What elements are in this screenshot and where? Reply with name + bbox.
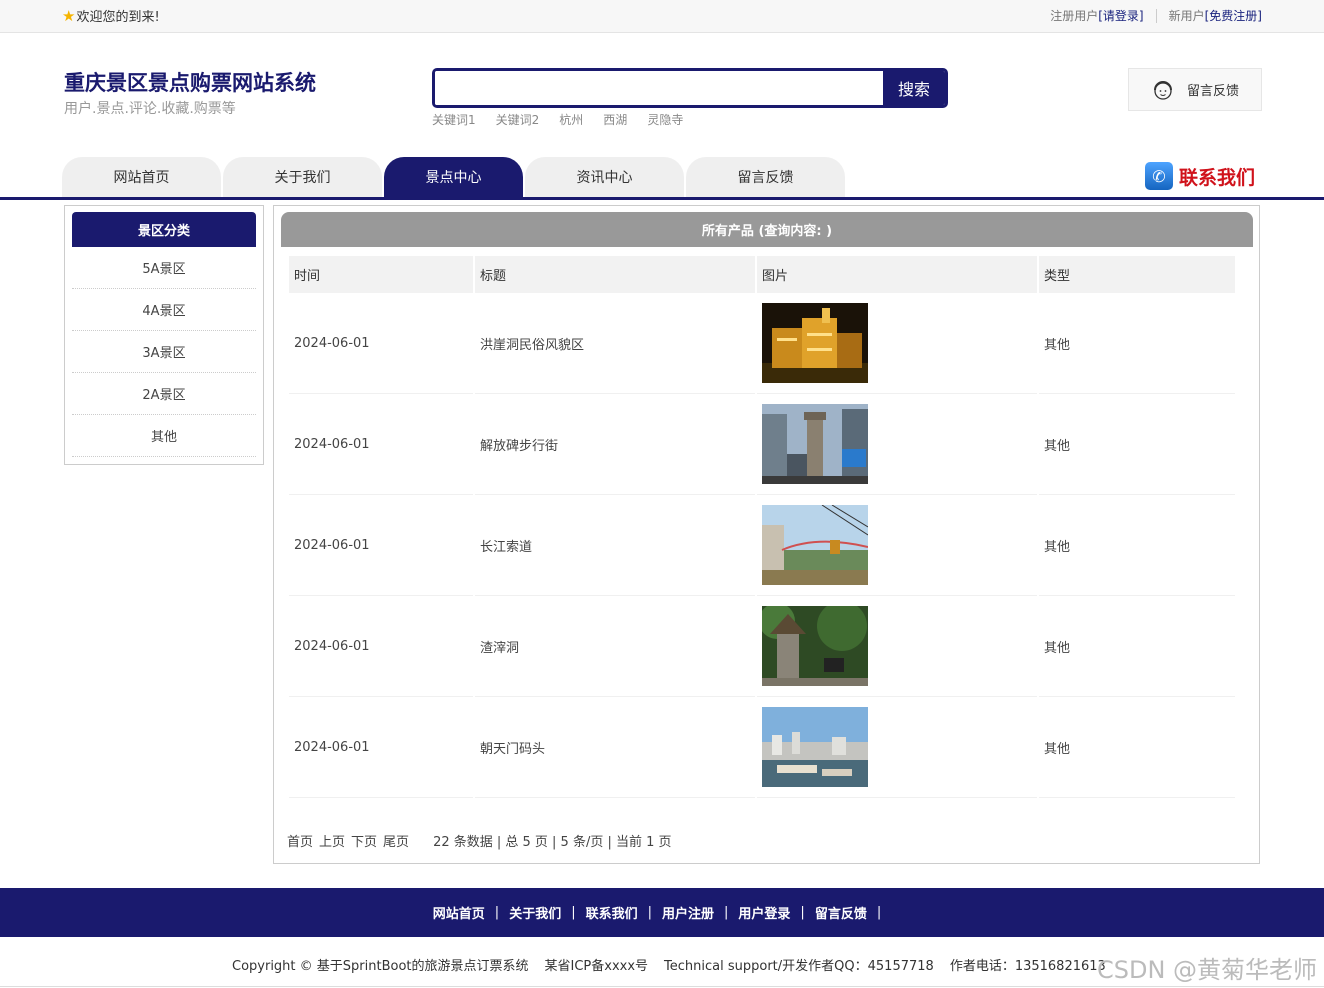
footer-separator: | [647, 905, 652, 920]
search-bar: 搜索 [432, 68, 948, 108]
tab-attractions[interactable]: 景点中心 [384, 157, 523, 197]
headset-icon [1154, 80, 1172, 100]
keyword-link[interactable]: 关键词1 [432, 111, 476, 128]
footer-separator: | [800, 905, 805, 920]
feedback-label: 留言反馈 [1187, 84, 1240, 99]
top-bar: ★ 欢迎您的到来! 注册用户 [请登录] 新用户 [免费注册] [0, 0, 1324, 33]
product-table: 时间 标题 图片 类型 2024-06-01 洪崖洞民俗风貌区 其他 2024-… [287, 256, 1237, 798]
row-type: 其他 [1039, 293, 1235, 394]
phone-icon: ✆ [1145, 162, 1173, 190]
pagination-summary: 22 条数据 | 总 5 页 | 5 条/页 | 当前 1 页 [433, 835, 672, 850]
column-header-time: 时间 [289, 256, 473, 293]
sidebar-item-2a[interactable]: 2A景区 [72, 373, 256, 415]
tab-home[interactable]: 网站首页 [62, 157, 221, 197]
register-link[interactable]: [免费注册] [1205, 7, 1262, 24]
sidebar-item-other[interactable]: 其他 [72, 415, 256, 457]
table-row[interactable]: 2024-06-01 长江索道 其他 [289, 495, 1235, 596]
cable-car-photo[interactable] [762, 505, 868, 585]
phone-text: 作者电话：13516821613 [949, 959, 1106, 974]
footer-nav: 网站首页 | 关于我们 | 联系我们 | 用户注册 | 用户登录 | 留言反馈 | [0, 888, 1324, 937]
new-user-label: 新用户 [1168, 9, 1205, 23]
footer-separator: | [571, 905, 576, 920]
row-time: 2024-06-01 [289, 293, 473, 394]
tab-feedback[interactable]: 留言反馈 [686, 157, 845, 197]
contact-us-link[interactable]: ✆ 联系我们 [1145, 162, 1255, 190]
account-links: 注册用户 [请登录] 新用户 [免费注册] [1050, 7, 1262, 24]
row-title[interactable]: 长江索道 [475, 495, 755, 596]
next-page-link[interactable]: 下页 [351, 831, 377, 850]
main-nav: 网站首页 关于我们 景点中心 资讯中心 留言反馈 [62, 157, 845, 197]
contact-label: 联系我们 [1179, 166, 1256, 189]
footer-link-login[interactable]: 用户登录 [738, 903, 790, 922]
divider [1155, 8, 1157, 23]
row-title[interactable]: 洪崖洞民俗风貌区 [475, 293, 755, 394]
nav-divider [0, 197, 1324, 200]
footer-link-feedback[interactable]: 留言反馈 [815, 903, 867, 922]
column-header-title: 标题 [475, 256, 755, 293]
footer-separator: | [724, 905, 729, 920]
site-title[interactable]: 重庆景区景点购票网站系统 [64, 67, 316, 97]
row-type: 其他 [1039, 495, 1235, 596]
support-text: Technical support/开发作者QQ：45157718 [664, 959, 934, 974]
panel-title: 所有产品 (查询内容: ) [281, 212, 1253, 247]
row-time: 2024-06-01 [289, 697, 473, 798]
row-type: 其他 [1039, 697, 1235, 798]
row-type: 其他 [1039, 596, 1235, 697]
welcome-text: ★ 欢迎您的到来! [62, 6, 160, 26]
footer-link-register[interactable]: 用户注册 [662, 903, 714, 922]
copyright-bar: Copyright © 基于SprintBoot的旅游景点订票系统 某省ICP备… [232, 955, 1106, 974]
pagination: 首页 上页 下页 尾页 22 条数据 | 总 5 页 | 5 条/页 | 当前 … [287, 831, 672, 850]
footer-link-contact[interactable]: 联系我们 [586, 903, 638, 922]
feedback-button[interactable]: 留言反馈 [1128, 68, 1262, 111]
table-row[interactable]: 2024-06-01 解放碑步行街 其他 [289, 394, 1235, 495]
row-type: 其他 [1039, 394, 1235, 495]
search-button[interactable]: 搜索 [883, 71, 945, 105]
harbor-photo[interactable] [762, 707, 868, 787]
street-tower-photo[interactable] [762, 404, 868, 484]
keyword-link[interactable]: 灵隐寺 [647, 111, 683, 128]
row-title[interactable]: 渣滓洞 [475, 596, 755, 697]
hot-keywords: 关键词1 关键词2 杭州 西湖 灵隐寺 [432, 111, 683, 128]
first-page-link[interactable]: 首页 [287, 831, 313, 850]
row-time: 2024-06-01 [289, 495, 473, 596]
table-row[interactable]: 2024-06-01 洪崖洞民俗风貌区 其他 [289, 293, 1235, 394]
sidebar-title: 景区分类 [72, 212, 256, 247]
tab-news[interactable]: 资讯中心 [525, 157, 684, 197]
footer-separator: | [876, 905, 882, 920]
keyword-link[interactable]: 西湖 [603, 111, 627, 128]
sidebar-item-5a[interactable]: 5A景区 [72, 247, 256, 289]
site-subtitle: 用户.景点.评论.收藏.购票等 [64, 101, 236, 117]
keyword-link[interactable]: 杭州 [559, 111, 583, 128]
row-time: 2024-06-01 [289, 596, 473, 697]
last-page-link[interactable]: 尾页 [383, 831, 409, 850]
night-city-photo[interactable] [762, 303, 868, 383]
icp-text: 某省ICP备xxxx号 [544, 959, 649, 974]
footer-link-home[interactable]: 网站首页 [433, 903, 485, 922]
row-time: 2024-06-01 [289, 394, 473, 495]
sidebar-item-3a[interactable]: 3A景区 [72, 331, 256, 373]
footer-link-about[interactable]: 关于我们 [509, 903, 561, 922]
keyword-link[interactable]: 关键词2 [496, 111, 540, 128]
copyright-text: Copyright © 基于SprintBoot的旅游景点订票系统 [232, 959, 529, 974]
watermark: CSDN @黄菊华老师 [1097, 956, 1318, 984]
welcome-label: 欢迎您的到来! [76, 10, 160, 25]
sidebar-item-4a[interactable]: 4A景区 [72, 289, 256, 331]
stone-tower-photo[interactable] [762, 606, 868, 686]
row-title[interactable]: 解放碑步行街 [475, 394, 755, 495]
category-sidebar: 景区分类 5A景区 4A景区 3A景区 2A景区 其他 [64, 205, 264, 465]
column-header-image: 图片 [757, 256, 1037, 293]
search-input[interactable] [435, 71, 883, 105]
login-link[interactable]: [请登录] [1098, 7, 1143, 24]
row-title[interactable]: 朝天门码头 [475, 697, 755, 798]
register-user-label: 注册用户 [1050, 9, 1099, 23]
table-row[interactable]: 2024-06-01 朝天门码头 其他 [289, 697, 1235, 798]
bottom-divider [0, 986, 1324, 987]
table-row[interactable]: 2024-06-01 渣滓洞 其他 [289, 596, 1235, 697]
star-icon: ★ [62, 6, 76, 25]
product-panel: 所有产品 (查询内容: ) 时间 标题 图片 类型 2024-06-01 洪崖洞… [273, 205, 1260, 864]
tab-about[interactable]: 关于我们 [223, 157, 382, 197]
column-header-type: 类型 [1039, 256, 1235, 293]
prev-page-link[interactable]: 上页 [319, 831, 345, 850]
footer-separator: | [494, 905, 500, 920]
